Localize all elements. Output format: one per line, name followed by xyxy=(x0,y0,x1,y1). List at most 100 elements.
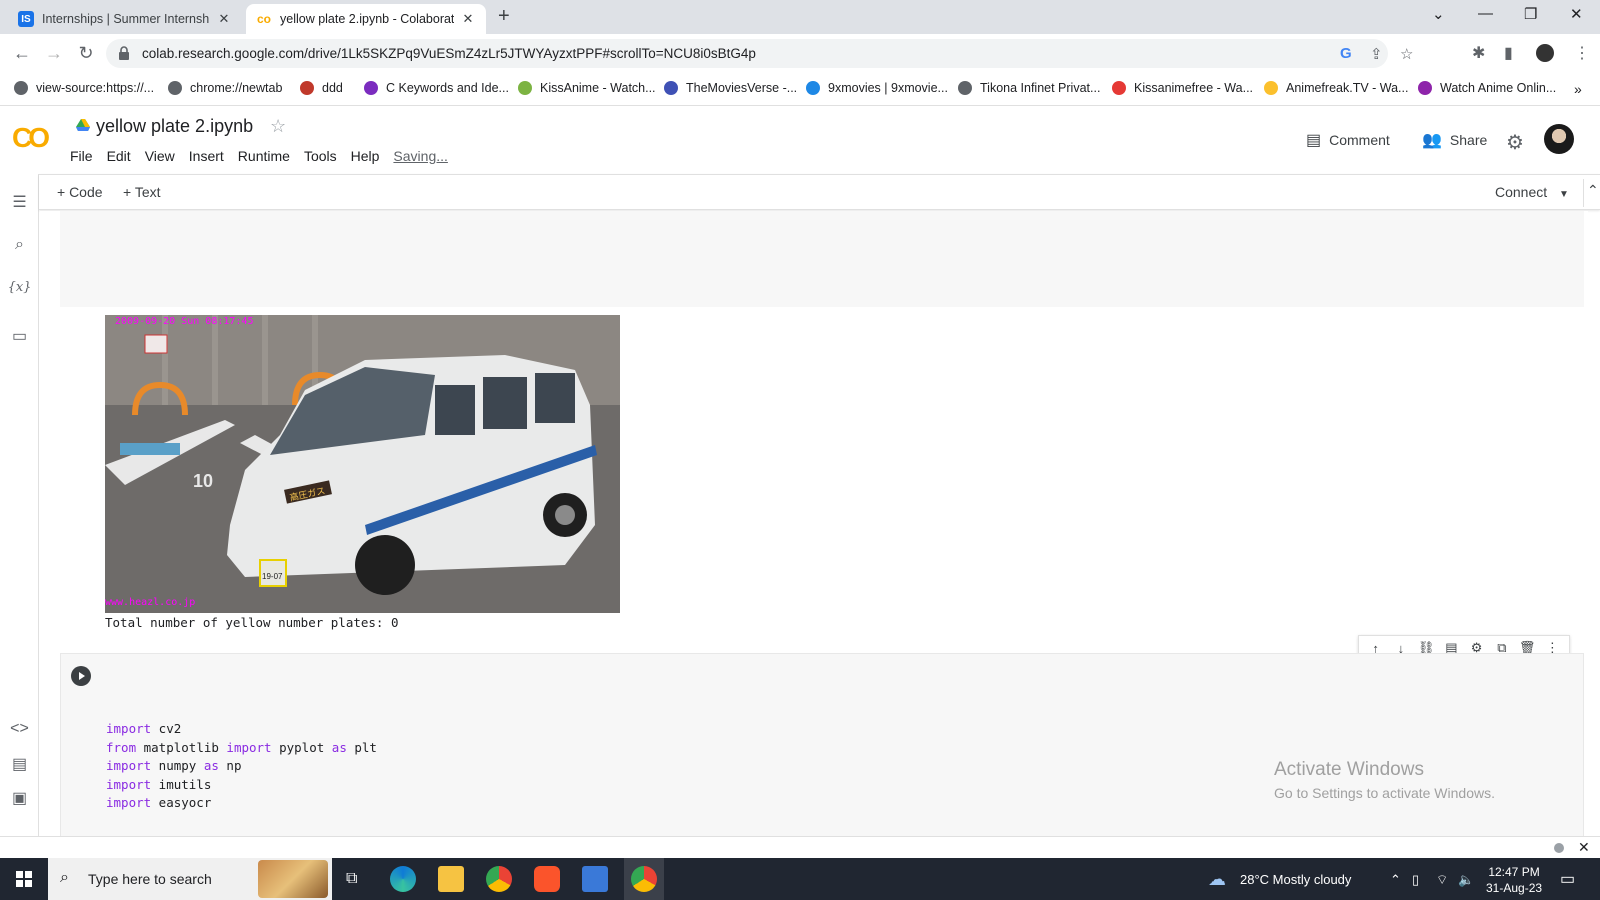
weather-text[interactable]: 28°C Mostly cloudy xyxy=(1240,872,1351,887)
search-icon: ⌕ xyxy=(60,869,69,886)
windows-start-icon[interactable] xyxy=(16,871,32,887)
share-page-icon[interactable]: ⇪ xyxy=(1370,45,1383,63)
new-tab-icon[interactable]: + xyxy=(498,5,510,28)
tab-colab[interactable]: co yellow plate 2.ipynb - Colaborato ✕ xyxy=(246,4,486,34)
cloud-icon: ☁ xyxy=(1208,869,1226,889)
code-editor[interactable]: import cv2 from matplotlib import pyplot … xyxy=(106,720,377,813)
notifications-icon[interactable]: ▭ xyxy=(1560,869,1575,889)
bookmark-item[interactable]: Tikona Infinet Privat... xyxy=(958,81,1100,95)
file-explorer-icon[interactable] xyxy=(438,866,464,892)
connect-button[interactable]: Connect ▼ xyxy=(1495,184,1569,200)
parking-number: 10 xyxy=(193,471,213,491)
share-label: Share xyxy=(1449,132,1488,148)
folder-icon[interactable]: ▭ xyxy=(0,326,39,346)
taskbar-search[interactable]: ⌕ Type here to search xyxy=(48,858,332,900)
menu-help[interactable]: Help xyxy=(351,148,380,164)
device-icon[interactable]: ▯ xyxy=(1412,872,1419,888)
task-view-icon[interactable]: ⧉ xyxy=(346,870,357,896)
code-line: import imutils xyxy=(106,776,377,795)
edge-icon[interactable] xyxy=(390,866,416,892)
menu-bar: File Edit View Insert Runtime Tools Help… xyxy=(70,148,462,164)
google-icon[interactable]: G xyxy=(1340,45,1352,62)
timestamp-overlay: 2009-09-20 Sun 08:17:45 xyxy=(115,316,253,327)
van-photo: 10 高圧ガス 19-07 2009-09-20 Sun 08:17:45 ww… xyxy=(105,315,620,613)
profile-avatar[interactable] xyxy=(1536,44,1554,62)
command-palette-icon[interactable]: ▤ xyxy=(0,754,39,774)
bookmark-item[interactable]: TheMoviesVerse -... xyxy=(664,81,797,95)
previous-cell[interactable] xyxy=(60,211,1584,307)
menu-file[interactable]: File xyxy=(70,148,93,164)
close-icon[interactable]: ✕ xyxy=(216,11,232,27)
close-icon[interactable]: ✕ xyxy=(460,11,476,27)
save-status[interactable]: Saving... xyxy=(393,148,447,164)
code-cell[interactable]: import cv2 from matplotlib import pyplot … xyxy=(60,653,1584,836)
back-icon[interactable]: ← xyxy=(12,43,32,64)
reload-icon[interactable]: ↻ xyxy=(76,43,96,64)
extensions-icon[interactable]: ✱ xyxy=(1472,43,1485,63)
more-bookmarks-icon[interactable]: » xyxy=(1574,81,1582,97)
share-button[interactable]: 👥 Share xyxy=(1422,130,1487,150)
chrome-icon[interactable] xyxy=(486,866,512,892)
minimize-icon[interactable]: — xyxy=(1478,5,1493,22)
forward-icon[interactable]: → xyxy=(44,43,64,64)
search-icon[interactable]: ⌕ xyxy=(0,236,39,254)
menu-edit[interactable]: Edit xyxy=(107,148,131,164)
bookmark-star-icon[interactable]: ☆ xyxy=(1400,45,1413,63)
gear-icon[interactable]: ⚙ xyxy=(1506,130,1524,155)
wifi-icon[interactable]: ⌔ xyxy=(1436,872,1448,888)
bookmark-item[interactable]: chrome://newtab xyxy=(168,81,282,95)
globe-icon xyxy=(958,81,972,95)
bookmark-item[interactable]: Kissanimefree - Wa... xyxy=(1112,81,1253,95)
chevron-down-icon[interactable]: ⌄ xyxy=(1432,5,1445,23)
bookmark-item[interactable]: ddd xyxy=(300,81,343,95)
bookmark-item[interactable]: Animefreak.TV - Wa... xyxy=(1264,81,1408,95)
close-window-icon[interactable]: ✕ xyxy=(1570,5,1583,23)
notebook-title[interactable]: yellow plate 2.ipynb xyxy=(96,116,253,137)
add-code-button[interactable]: + Code xyxy=(57,184,103,200)
table-of-contents-icon[interactable]: ☰ xyxy=(0,192,39,212)
restore-icon[interactable]: ❐ xyxy=(1524,5,1537,23)
code-keyword: from xyxy=(106,739,137,755)
store-icon[interactable] xyxy=(582,866,608,892)
bookmark-item[interactable]: C Keywords and Ide... xyxy=(364,81,509,95)
chevron-up-icon[interactable]: ⌃ xyxy=(1390,872,1401,888)
bookmark-item[interactable]: Watch Anime Onlin... xyxy=(1418,81,1556,95)
menu-tools[interactable]: Tools xyxy=(304,148,337,164)
comment-button[interactable]: ▤ Comment xyxy=(1306,130,1390,150)
license-plate-text: 19-07 xyxy=(262,572,283,581)
menu-runtime[interactable]: Runtime xyxy=(238,148,290,164)
run-cell-button[interactable] xyxy=(71,666,91,686)
browser-toolbar: ← → ↻ colab.research.google.com/drive/1L… xyxy=(0,34,1600,72)
volume-icon[interactable]: 🔈 xyxy=(1458,872,1474,888)
menu-insert[interactable]: Insert xyxy=(189,148,224,164)
bookmark-favicon-icon xyxy=(300,81,314,95)
variables-icon[interactable]: {x} xyxy=(0,280,39,295)
brave-icon[interactable] xyxy=(534,866,560,892)
tab-internships[interactable]: IS Internships | Summer Internship 2 ✕ xyxy=(8,4,242,34)
code-snippets-icon[interactable]: <> xyxy=(0,720,39,738)
active-chrome-app[interactable] xyxy=(624,858,664,900)
address-bar[interactable]: colab.research.google.com/drive/1Lk5SKZP… xyxy=(106,39,1413,68)
watermark-overlay: www.heazl.co.jp xyxy=(105,597,195,608)
bookmark-item[interactable]: KissAnime - Watch... xyxy=(518,81,656,95)
code-line: import numpy as np xyxy=(106,757,377,776)
bookmark-item[interactable]: view-source:https://... xyxy=(14,81,154,95)
star-icon[interactable]: ☆ xyxy=(270,116,286,137)
side-panel-icon[interactable]: ▮ xyxy=(1504,43,1513,63)
clock[interactable]: 12:47 PM 31-Aug-23 xyxy=(1486,864,1542,896)
internshala-icon: IS xyxy=(18,11,34,27)
url-text: colab.research.google.com/drive/1Lk5SKZP… xyxy=(142,46,756,61)
terminal-icon[interactable]: ▣ xyxy=(0,788,39,808)
avatar[interactable] xyxy=(1544,124,1574,154)
menu-view[interactable]: View xyxy=(145,148,175,164)
chrome-icon xyxy=(631,866,657,892)
add-text-button[interactable]: + Text xyxy=(123,184,161,200)
notebook-toolbar: + Code + Text Connect ▼ ⌃ xyxy=(39,174,1600,210)
bookmark-item[interactable]: 9xmovies | 9xmovie... xyxy=(806,81,948,95)
comment-label: Comment xyxy=(1329,132,1390,148)
close-icon[interactable]: ✕ xyxy=(1578,839,1590,856)
colab-logo[interactable]: CO xyxy=(12,122,50,154)
clock-time: 12:47 PM xyxy=(1488,865,1540,879)
collapse-header-icon[interactable]: ⌃ xyxy=(1587,182,1599,199)
more-vert-icon[interactable]: ⋮ xyxy=(1574,43,1590,63)
